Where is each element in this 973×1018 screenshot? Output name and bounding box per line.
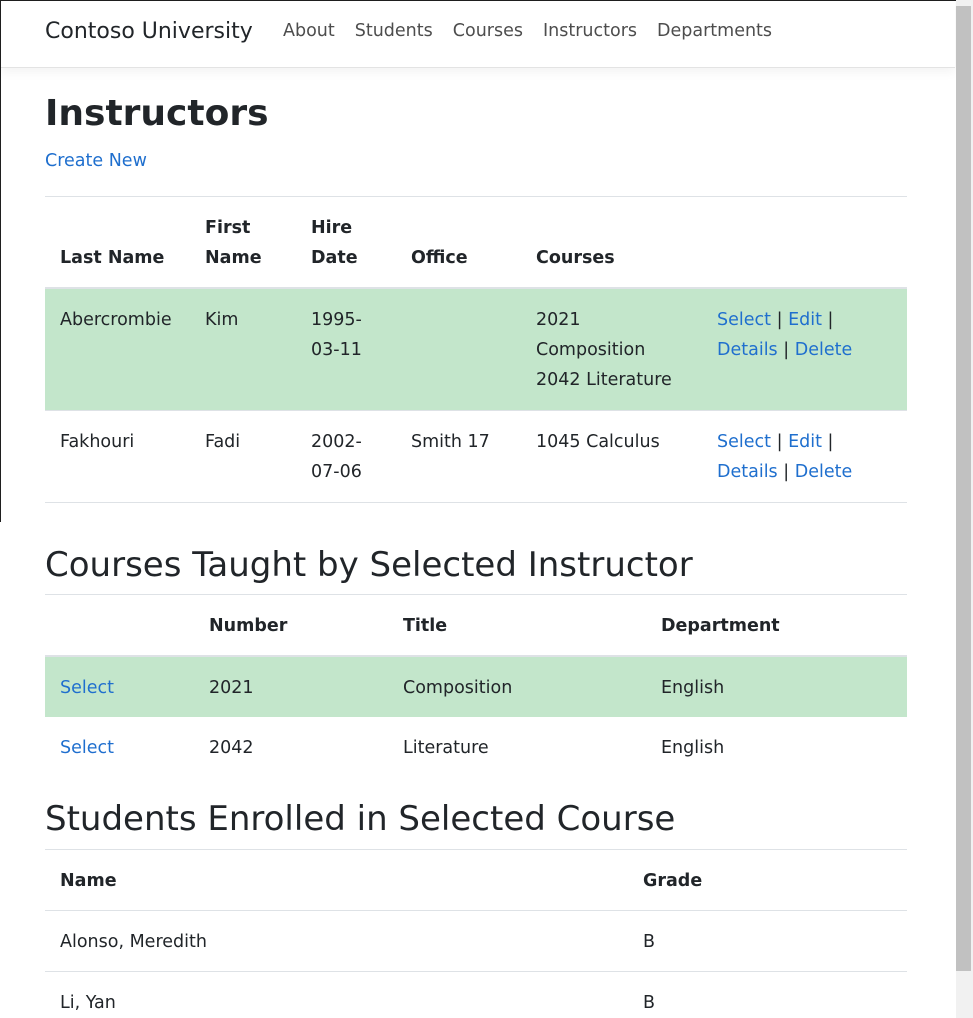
course-title: Literature <box>403 738 489 758</box>
student-name: Li, Yan <box>60 993 116 1013</box>
students-header-row: Name Grade <box>45 849 907 911</box>
instructor-hire-date: 1995- 03-11 <box>311 310 362 360</box>
courses-section-heading: Courses Taught by Selected Instructor <box>45 545 693 585</box>
nav-students-link[interactable]: Students <box>355 21 433 41</box>
instructor-actions: Select | Edit | Details | Delete <box>702 411 907 503</box>
instructor-hire-date: 2002- 07-06 <box>311 432 362 482</box>
col-grade: Grade <box>643 871 703 891</box>
separator: | <box>783 462 790 482</box>
instructor-first-name: Kim <box>205 310 239 330</box>
course-title: Composition <box>403 678 513 698</box>
delete-link[interactable]: Delete <box>795 462 853 482</box>
instructors-header-row: Last Name First Name Hire Date Office Cour… <box>45 196 907 289</box>
students-section-heading: Students Enrolled in Selected Course <box>45 799 676 839</box>
col-department: Department <box>661 616 780 636</box>
col-actions <box>702 197 907 289</box>
select-link[interactable]: Select <box>717 432 771 452</box>
courses-header-row: Number Title Department <box>45 594 907 657</box>
course-number: 2021 <box>209 678 254 698</box>
page-title: Instructors <box>45 93 269 134</box>
instructor-row: Fakhouri Fadi 2002- 07-06 Smith 17 1045 C… <box>45 411 907 503</box>
course-select-link[interactable]: Select <box>60 678 114 698</box>
course-row-selected: Select 2021 Composition English <box>45 656 907 717</box>
separator: | <box>776 310 783 330</box>
col-last-name: Last Name <box>60 248 165 268</box>
instructor-first-name: Fadi <box>205 432 241 452</box>
course-row: Select 2042 Literature English <box>45 717 907 777</box>
students-table: Name Grade Alonso, Meredith B Li, Yan B <box>45 849 907 1018</box>
nav-links: About Students Courses Instructors Depar… <box>283 21 792 41</box>
course-number: 2042 <box>209 738 254 758</box>
course-department: English <box>661 738 725 758</box>
nav-instructors-link[interactable]: Instructors <box>543 21 637 41</box>
instructor-last-name: Fakhouri <box>60 432 135 452</box>
instructor-office <box>396 288 521 411</box>
vertical-scrollbar-track[interactable] <box>956 0 973 1018</box>
instructor-courses: 2021 Composition 2042 Literature <box>536 310 672 390</box>
separator: | <box>827 432 834 452</box>
edit-link[interactable]: Edit <box>788 432 822 452</box>
browser-viewport: Contoso University About Students Course… <box>0 0 973 1018</box>
student-grade: B <box>643 993 656 1013</box>
vertical-scrollbar-thumb[interactable] <box>956 6 971 971</box>
student-row: Alonso, Meredith B <box>45 911 907 972</box>
navbar: Contoso University About Students Course… <box>1 1 955 68</box>
student-name: Alonso, Meredith <box>60 932 207 952</box>
col-number: Number <box>209 616 288 636</box>
col-office: Office <box>411 248 468 268</box>
student-row: Li, Yan B <box>45 972 907 1018</box>
instructor-last-name: Abercrombie <box>60 310 172 330</box>
nav-departments-link[interactable]: Departments <box>657 21 772 41</box>
col-courses: Courses <box>536 248 615 268</box>
details-link[interactable]: Details <box>717 340 778 360</box>
edit-link[interactable]: Edit <box>788 310 822 330</box>
col-name: Name <box>60 871 117 891</box>
details-link[interactable]: Details <box>717 462 778 482</box>
course-select-link[interactable]: Select <box>60 738 114 758</box>
window-border-left <box>0 0 1 522</box>
nav-about-link[interactable]: About <box>283 21 335 41</box>
nav-courses-link[interactable]: Courses <box>453 21 523 41</box>
create-new-link[interactable]: Create New <box>45 151 147 171</box>
course-select-cell: Select <box>45 717 194 777</box>
course-select-cell: Select <box>45 656 194 717</box>
courses-table: Number Title Department Select 2021 Comp… <box>45 594 907 777</box>
col-hire-date: Hire Date <box>311 218 358 268</box>
select-link[interactable]: Select <box>717 310 771 330</box>
delete-link[interactable]: Delete <box>795 340 853 360</box>
instructor-office: Smith 17 <box>411 432 490 452</box>
col-first-name: First Name <box>205 218 262 268</box>
separator: | <box>783 340 790 360</box>
separator: | <box>776 432 783 452</box>
instructor-row-selected: Abercrombie Kim 1995- 03-11 2021 Compositi… <box>45 288 907 411</box>
course-department: English <box>661 678 725 698</box>
col-select <box>45 595 194 657</box>
col-title: Title <box>403 616 448 636</box>
instructors-table: Last Name First Name Hire Date Office Cour… <box>45 196 907 503</box>
separator: | <box>827 310 834 330</box>
student-grade: B <box>643 932 656 952</box>
brand-link[interactable]: Contoso University <box>45 19 253 44</box>
instructor-courses: 1045 Calculus <box>536 432 660 452</box>
instructor-actions: Select | Edit | Details | Delete <box>702 288 907 411</box>
